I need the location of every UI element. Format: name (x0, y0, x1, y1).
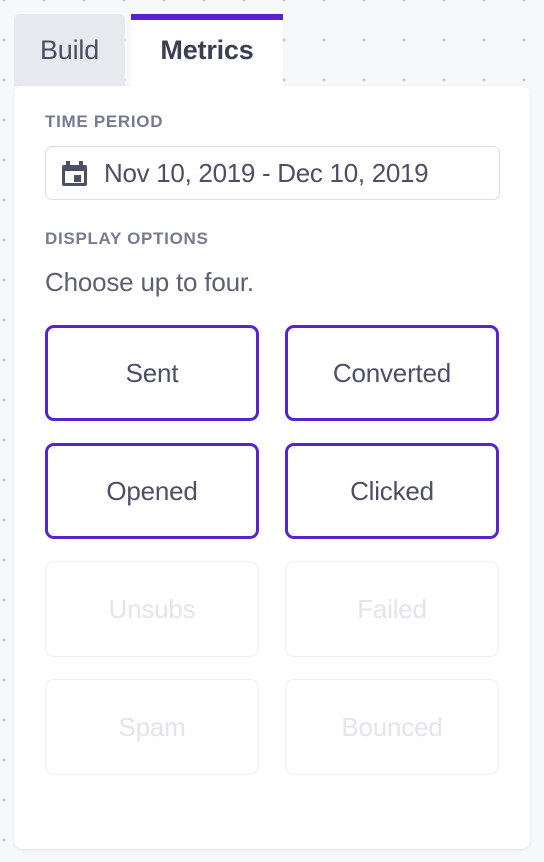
metric-option-label: Converted (332, 357, 452, 388)
display-options-label: DISPLAY OPTIONS (45, 229, 209, 248)
metric-option-bounced: Bounced (285, 679, 499, 775)
metrics-panel-card: TIME PERIOD Nov 10, 2019 - Dec 10, 2019 … (14, 86, 530, 849)
date-range-input[interactable]: Nov 10, 2019 - Dec 10, 2019 (45, 146, 500, 200)
tab-build[interactable]: Build (14, 14, 125, 86)
metric-option-label: Sent (125, 357, 179, 388)
metric-option-label: Bounced (341, 711, 443, 742)
metric-option-failed: Failed (285, 561, 499, 657)
tab-metrics-label: Metrics (160, 34, 254, 65)
metric-option-label: Unsubs (108, 593, 196, 624)
metric-option-grid: Sent Converted Opened Clicked Unsubs Failed Sp… (45, 325, 499, 775)
metric-option-sent[interactable]: Sent (45, 325, 259, 421)
metric-option-label: Clicked (350, 475, 434, 506)
metric-option-clicked[interactable]: Clicked (285, 443, 499, 539)
metric-option-label: Opened (106, 475, 198, 506)
tab-metrics[interactable]: Metrics (131, 14, 283, 86)
tab-strip: Build Metrics (0, 0, 544, 90)
display-options-hint: Choose up to four. (45, 267, 254, 297)
metric-option-label: Spam (118, 711, 186, 742)
metric-option-opened[interactable]: Opened (45, 443, 259, 539)
metric-option-unsubs: Unsubs (45, 561, 259, 657)
metric-option-spam: Spam (45, 679, 259, 775)
metric-option-converted[interactable]: Converted (285, 325, 499, 421)
tab-active-indicator (131, 14, 283, 20)
calendar-icon (62, 160, 87, 186)
time-period-label: TIME PERIOD (45, 112, 164, 131)
date-range-value: Nov 10, 2019 - Dec 10, 2019 (104, 157, 429, 188)
tab-build-label: Build (39, 34, 100, 65)
metric-option-label: Failed (357, 593, 427, 624)
